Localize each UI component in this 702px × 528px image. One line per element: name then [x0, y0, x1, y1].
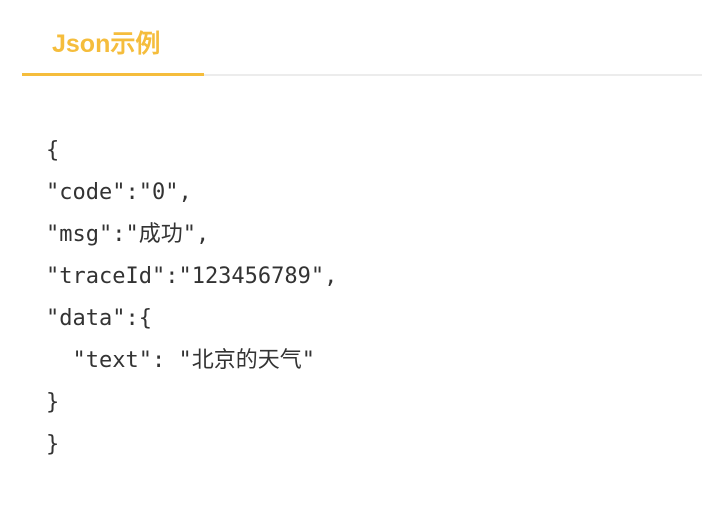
tab-json-example-label: Json示例: [52, 30, 161, 58]
code-line: "msg":"成功",: [46, 222, 210, 247]
code-line: "code":"0",: [46, 180, 192, 205]
json-code-block: { "code":"0", "msg":"成功", "traceId":"123…: [46, 130, 686, 466]
code-line: {: [46, 138, 60, 163]
tab-json-example[interactable]: Json示例: [22, 0, 204, 76]
code-line: "text": "北京的天气": [46, 348, 315, 373]
code-line: "data":{: [46, 306, 152, 331]
code-line: "traceId":"123456789",: [46, 264, 338, 289]
code-line: }: [46, 390, 60, 415]
code-line: }: [46, 432, 60, 457]
tab-bar: Json示例: [22, 0, 702, 76]
